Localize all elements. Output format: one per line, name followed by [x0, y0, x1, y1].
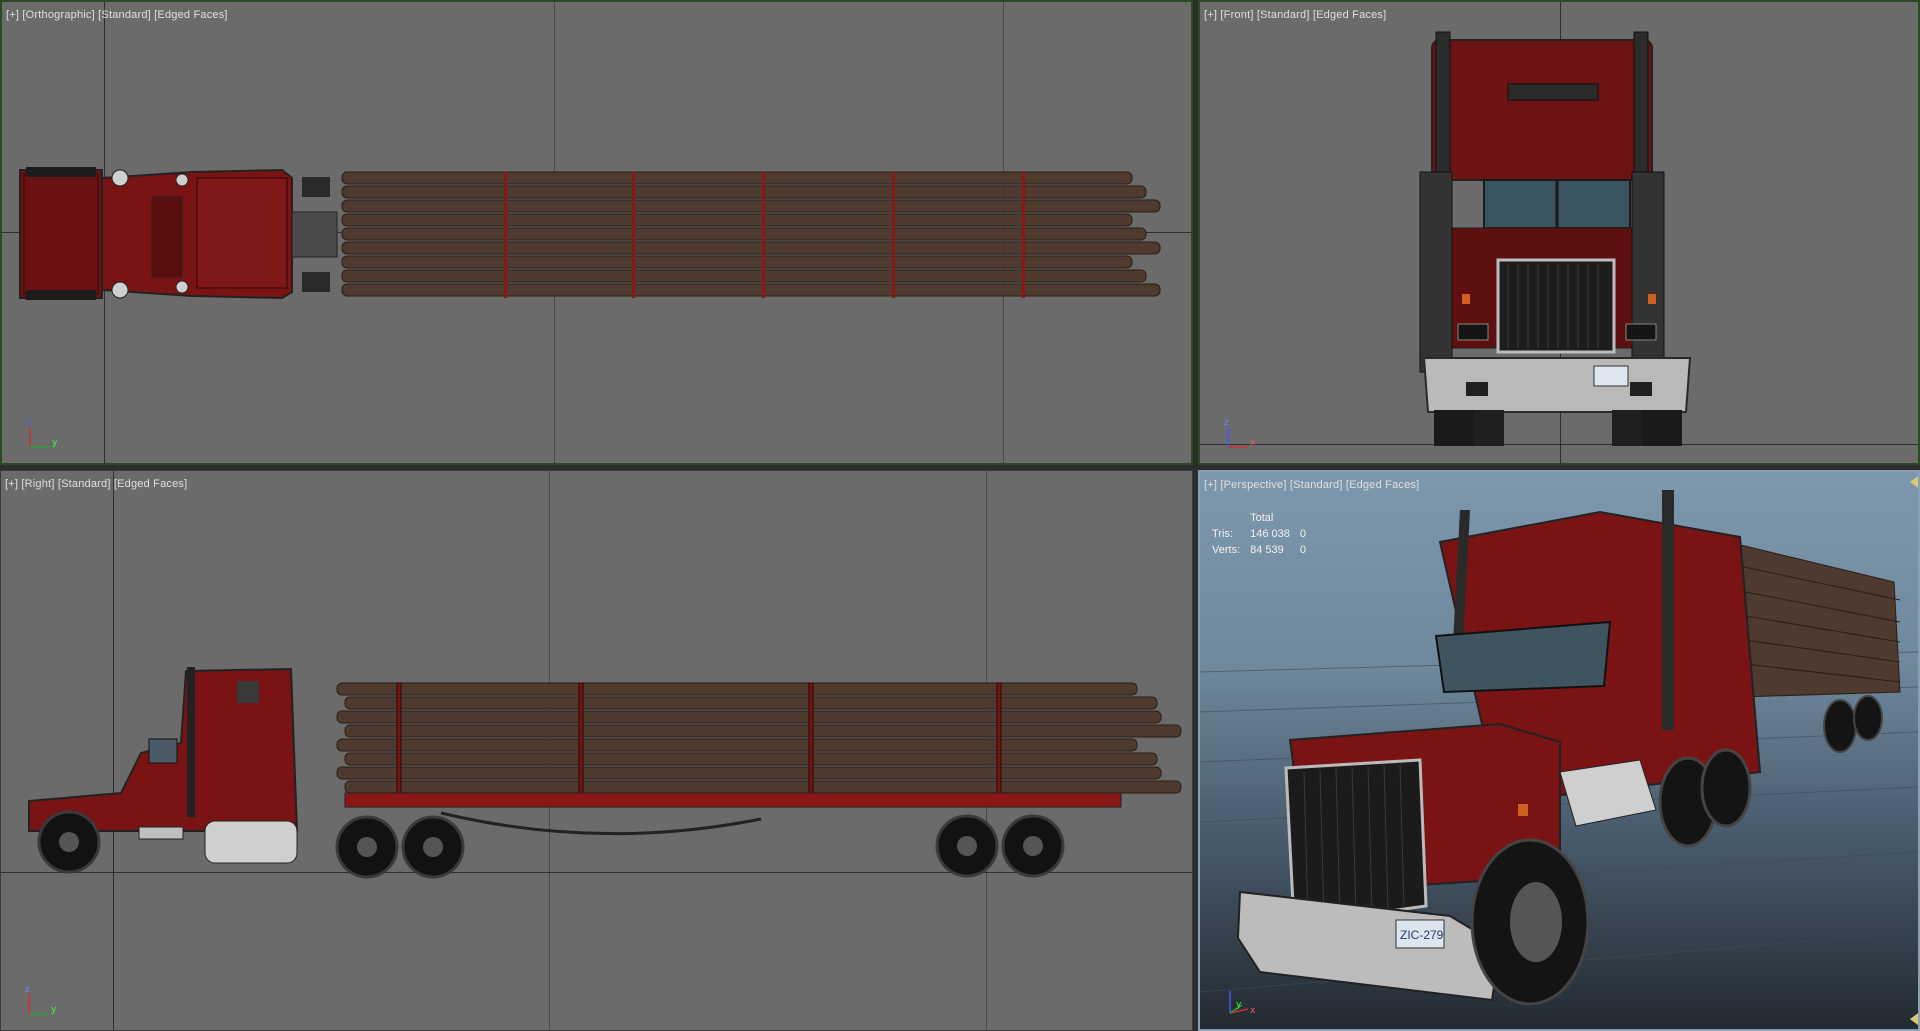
log: [341, 283, 1161, 297]
truck-perspective-view: ZIC-279: [1200, 490, 1918, 1006]
svg-text:y: y: [51, 1005, 57, 1015]
viewport-perspective[interactable]: [+] [Perspective] [Standard] [Edged Face…: [1198, 470, 1920, 1031]
axis-gizmo-right: z y: [25, 985, 57, 1015]
svg-text:x: x: [1250, 438, 1256, 448]
axis-gizmo-perspective: y x: [1229, 991, 1256, 1016]
svg-text:z: z: [26, 418, 31, 428]
viewport-edge-marker: [1910, 475, 1918, 1026]
log: [341, 185, 1147, 199]
log: [341, 241, 1161, 255]
svg-text:z: z: [25, 985, 30, 995]
truck-top-view: [19, 167, 1161, 300]
viewport-front[interactable]: [+] [Front] [Standard] [Edged Faces] z x: [1198, 0, 1920, 465]
license-plate: ZIC-279: [1400, 928, 1444, 942]
log: [344, 752, 1158, 766]
log: [336, 766, 1162, 780]
log: [344, 780, 1182, 794]
axis-gizmo-top: z y: [26, 418, 58, 448]
log: [336, 682, 1138, 696]
log: [341, 213, 1133, 227]
svg-text:x: x: [1250, 1006, 1256, 1016]
log: [341, 171, 1133, 185]
viewport-orthographic[interactable]: [+] [Orthographic] [Standard] [Edged Fac…: [0, 0, 1193, 465]
log: [341, 199, 1161, 213]
svg-text:y: y: [52, 438, 58, 448]
log: [344, 724, 1182, 738]
truck-side-view: [28, 667, 1182, 879]
log: [336, 738, 1138, 752]
truck-front-view: [1419, 31, 1692, 446]
log: [341, 255, 1133, 269]
svg-text:y: y: [1236, 1000, 1242, 1010]
log: [344, 696, 1158, 710]
log: [341, 227, 1147, 241]
log: [336, 710, 1162, 724]
axis-gizmo-front: z x: [1224, 418, 1256, 448]
svg-text:z: z: [1224, 418, 1229, 428]
log: [341, 269, 1147, 283]
viewport-right[interactable]: [+] [Right] [Standard] [Edged Faces] z y: [0, 470, 1193, 1031]
